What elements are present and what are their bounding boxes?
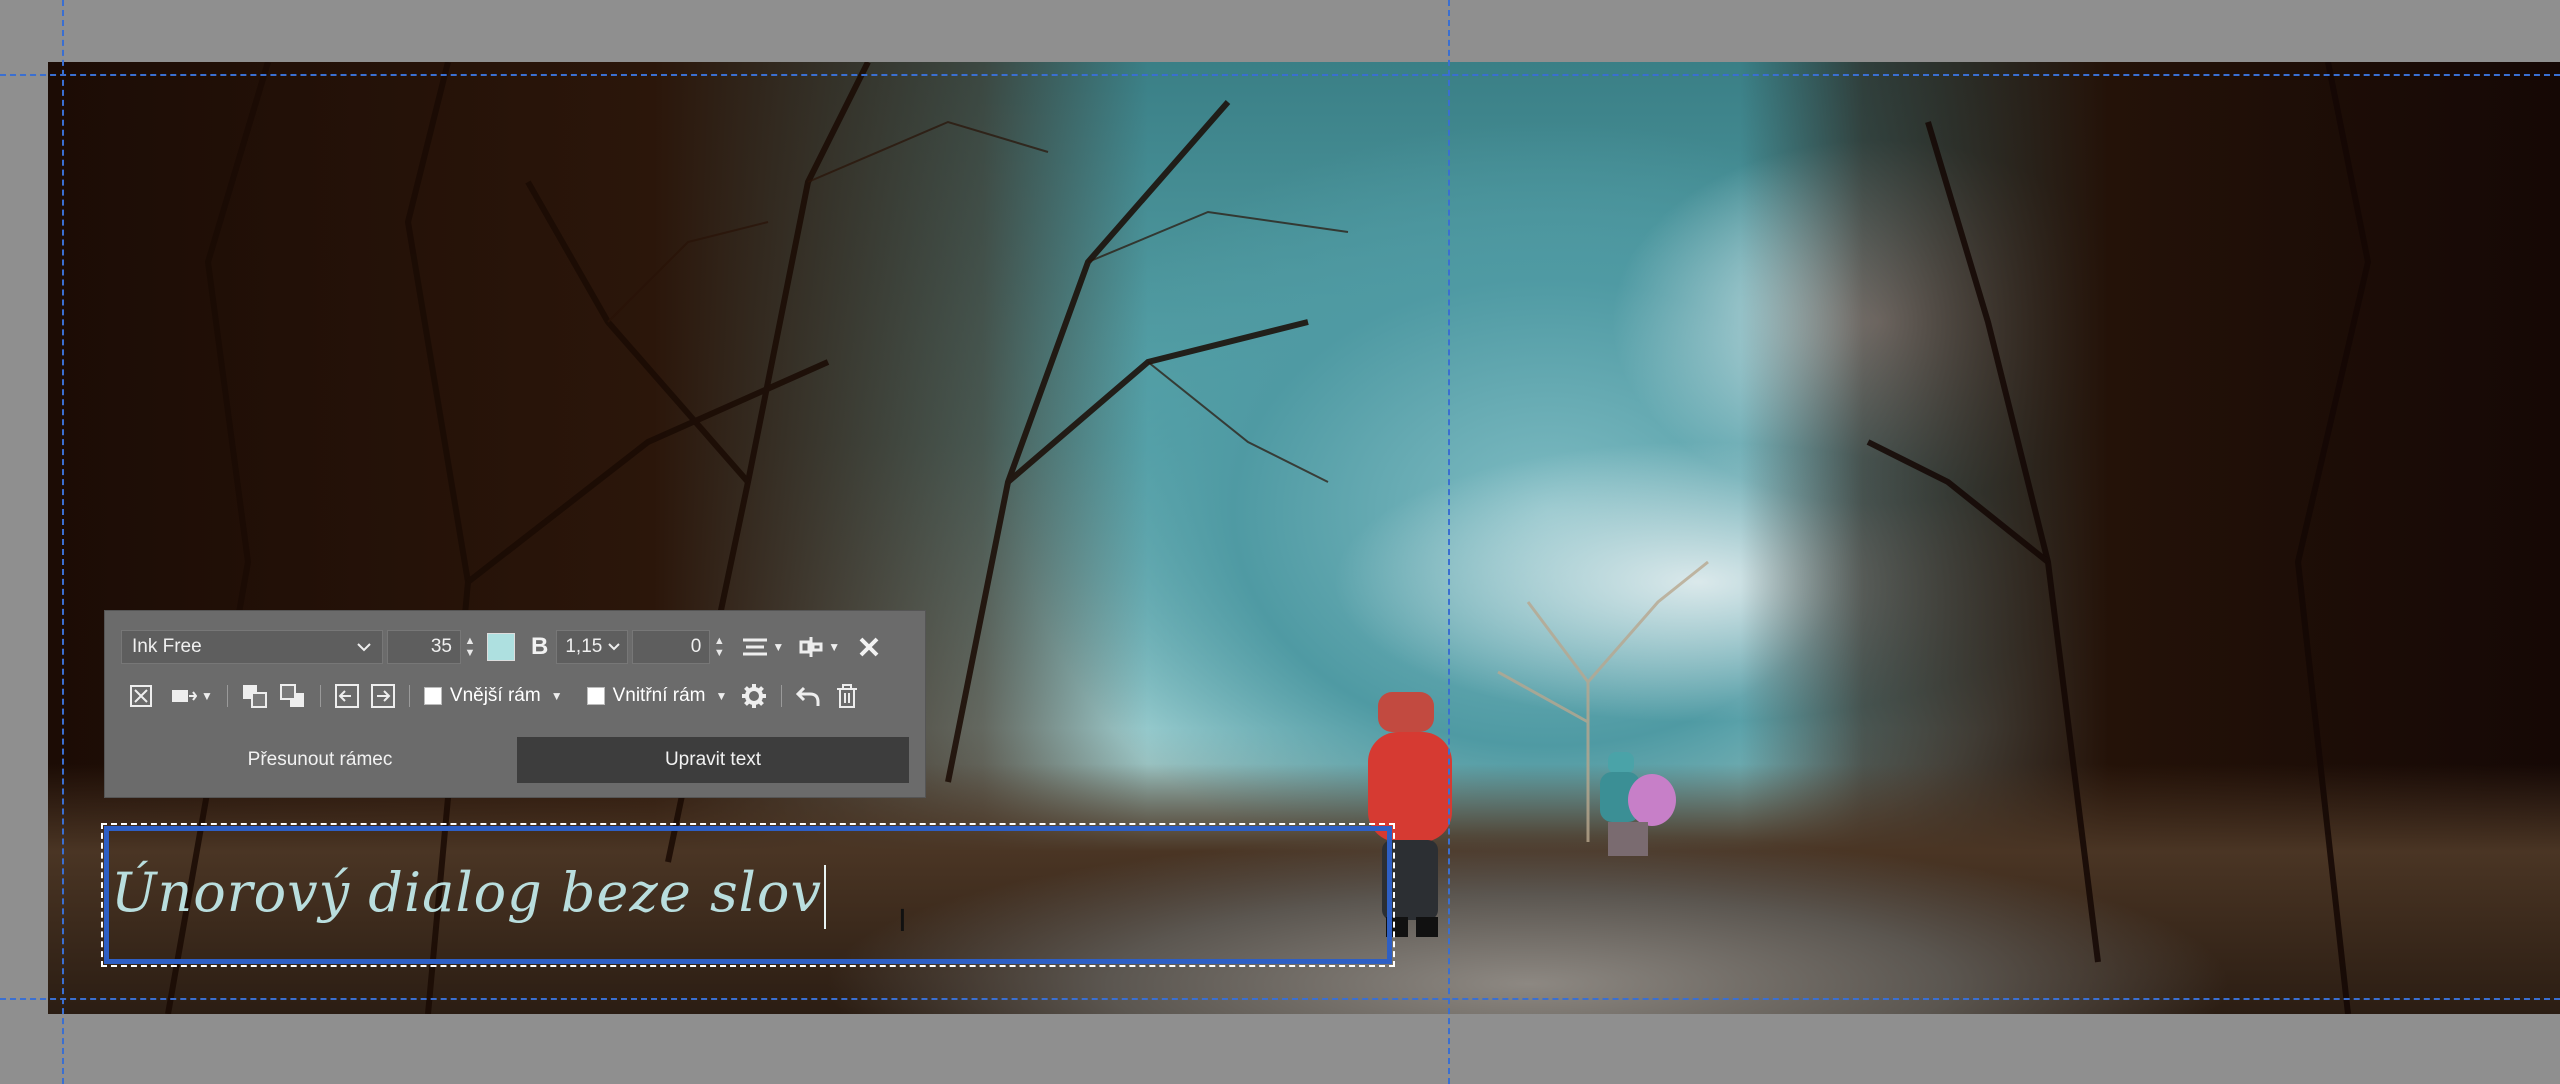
- settings-icon[interactable]: [741, 683, 767, 709]
- line-spacing-value: 1,15: [565, 636, 603, 657]
- letter-spacing-value: 0: [690, 636, 702, 657]
- second-child-figure: [1600, 752, 1676, 856]
- text-color-swatch[interactable]: [487, 633, 515, 661]
- spin-down-icon[interactable]: ▼: [465, 647, 476, 659]
- toolbar-divider: [319, 685, 321, 707]
- text-caret: [823, 865, 826, 929]
- close-icon[interactable]: [858, 636, 880, 658]
- inner-frame-checkbox[interactable]: [586, 687, 605, 705]
- letter-spacing-stepper[interactable]: ▲ ▼: [710, 630, 728, 664]
- guide-line-top: [0, 74, 2560, 76]
- indent-left-icon[interactable]: [334, 684, 359, 708]
- letter-spacing-field[interactable]: 0: [632, 630, 711, 664]
- font-family-select[interactable]: Ink Free: [121, 630, 383, 664]
- chevron-down-icon[interactable]: ▼: [828, 640, 840, 654]
- spin-down-icon[interactable]: ▼: [714, 647, 725, 659]
- spin-up-icon[interactable]: ▲: [714, 635, 725, 647]
- chevron-down-icon[interactable]: ▼: [201, 689, 213, 703]
- font-size-stepper[interactable]: ▲ ▼: [461, 630, 479, 664]
- text-toolbar: Ink Free 35 ▲ ▼ B 1,15 0 ▲ ▼ ▼ ▼ ▼ Vnějš…: [104, 610, 926, 798]
- toolbar-divider: [781, 685, 783, 707]
- align-icon[interactable]: [742, 637, 768, 657]
- outer-frame-checkbox[interactable]: [423, 687, 442, 705]
- guide-line-bottom: [0, 998, 2560, 1000]
- wrap-icon[interactable]: [171, 686, 197, 706]
- font-size-value: 35: [430, 636, 452, 657]
- indent-right-icon[interactable]: [370, 684, 395, 708]
- chevron-down-icon: [356, 642, 372, 652]
- guide-line-center: [1448, 0, 1450, 1084]
- toolbar-divider: [226, 685, 228, 707]
- inner-frame-label[interactable]: Vnitřní rám: [613, 685, 706, 707]
- toolbar-divider: [408, 685, 410, 707]
- fit-frame-icon[interactable]: [129, 684, 153, 708]
- undo-icon[interactable]: [796, 684, 820, 708]
- move-frame-button[interactable]: Přesunout rámec: [125, 737, 515, 783]
- guide-line-left: [62, 0, 64, 1084]
- text-position-icon[interactable]: [798, 636, 824, 658]
- edit-text-button[interactable]: Upravit text: [517, 737, 909, 783]
- chevron-down-icon: [607, 642, 621, 652]
- text-cursor-icon: I: [898, 904, 907, 939]
- chevron-down-icon[interactable]: ▼: [551, 689, 563, 703]
- chevron-down-icon[interactable]: ▼: [772, 640, 784, 654]
- delete-icon[interactable]: [836, 684, 858, 708]
- outer-frame-label[interactable]: Vnější rám: [450, 685, 541, 707]
- send-backward-icon[interactable]: [279, 684, 306, 708]
- text-frame-content[interactable]: Únorový dialog beze slov: [111, 861, 826, 929]
- spin-up-icon[interactable]: ▲: [465, 635, 476, 647]
- chevron-down-icon[interactable]: ▼: [716, 689, 728, 703]
- bring-forward-icon[interactable]: [242, 684, 268, 708]
- font-family-value: Ink Free: [132, 636, 202, 657]
- font-size-field[interactable]: 35: [387, 630, 461, 664]
- text-frame[interactable]: Únorový dialog beze slov: [101, 823, 1395, 967]
- line-spacing-select[interactable]: 1,15: [556, 630, 629, 664]
- bold-button[interactable]: B: [531, 633, 548, 661]
